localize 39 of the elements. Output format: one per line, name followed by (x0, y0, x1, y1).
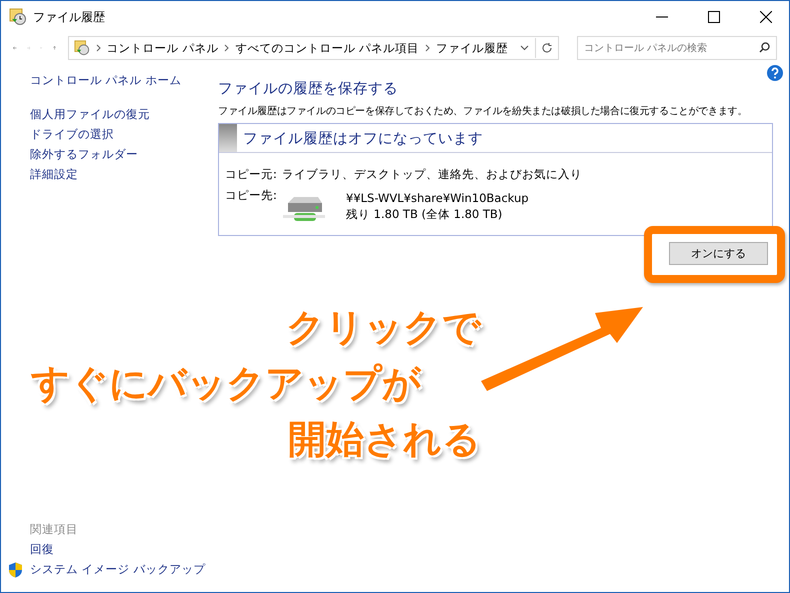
turn-on-button[interactable]: オンにする (669, 242, 768, 265)
window-title: ファイル履歴 (33, 8, 105, 26)
sidebar-link[interactable]: 詳細設定 (30, 167, 78, 182)
sidebar-link[interactable]: 除外するフォルダー (30, 147, 138, 162)
help-icon[interactable] (767, 65, 783, 81)
source-value: ライブラリ、デスクトップ、連絡先、およびお気に入り (282, 167, 582, 182)
destination-path: ¥¥LS-WVL¥share¥Win10Backup (346, 190, 529, 204)
page-heading: ファイルの履歴を保存する (218, 80, 398, 98)
file-history-icon (74, 40, 90, 56)
description: ファイル履歴はファイルのコピーを保存しておくため、ファイルを紛失または破損した場合に復元することができます。 (218, 104, 748, 118)
maximize-icon[interactable] (708, 11, 720, 23)
file-history-icon (9, 8, 27, 26)
address-bar[interactable]: コントロール パネル すべてのコントロール パネル項目 ファイル履歴 (68, 36, 559, 60)
callout-text: クリックで (286, 304, 481, 351)
destination-label: コピー先: (225, 188, 278, 203)
breadcrumb[interactable]: すべてのコントロール パネル項目 (235, 40, 419, 56)
search-icon (759, 42, 770, 53)
chevron-icon (425, 44, 430, 52)
sidebar-link[interactable]: 個人用ファイルの復元 (30, 107, 150, 122)
source-label: コピー元: (225, 167, 278, 182)
status-title: ファイル履歴はオフになっています (243, 130, 483, 148)
search-field[interactable]: コントロール パネルの検索 (577, 36, 777, 60)
sidebar-link[interactable]: 回復 (30, 542, 54, 557)
related-heading: 関連項目 (30, 522, 78, 537)
sidebar-link[interactable]: ドライブの選択 (30, 127, 114, 142)
breadcrumb[interactable]: コントロール パネル (106, 40, 218, 56)
sidebar-link[interactable]: システム イメージ バックアップ (30, 562, 206, 577)
status-bar-marker (219, 124, 237, 152)
free-space: 残り 1.80 TB (全体 1.80 TB) (346, 206, 504, 222)
refresh-icon[interactable] (542, 42, 553, 54)
dropdown-caret-icon[interactable] (520, 45, 529, 51)
chevron-icon (224, 44, 230, 52)
sidebar-link[interactable]: コントロール パネル ホーム (30, 73, 182, 88)
chevron-icon (96, 44, 101, 52)
shield-icon (8, 562, 23, 578)
breadcrumb[interactable]: ファイル履歴 (436, 40, 508, 56)
callout-text: 開始される (288, 416, 481, 463)
callout-text: すぐにバックアップが (31, 360, 421, 407)
close-icon[interactable] (760, 11, 772, 23)
